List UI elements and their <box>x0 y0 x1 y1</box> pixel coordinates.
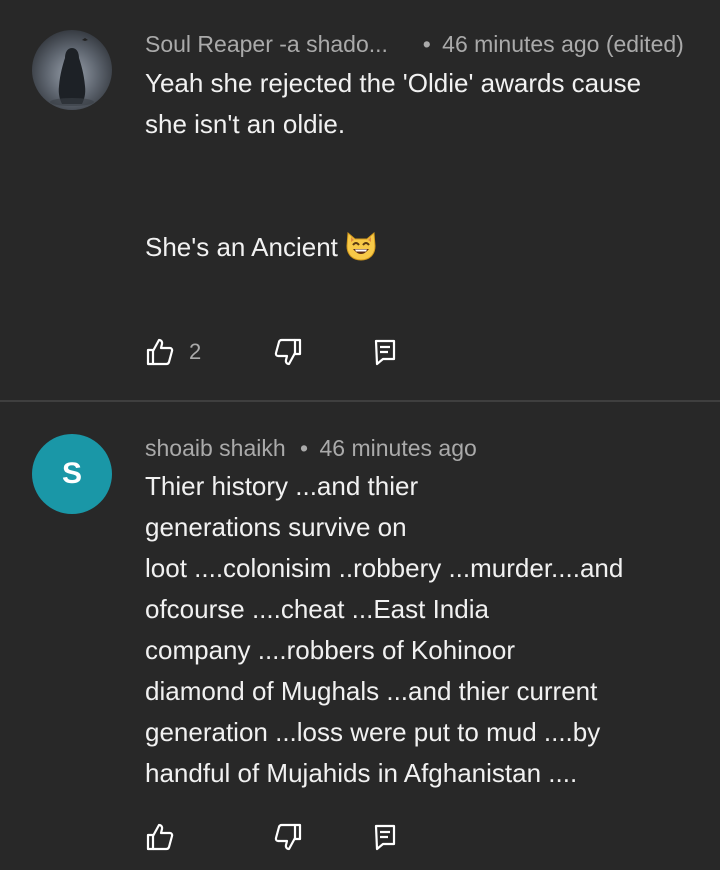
reply-icon <box>374 339 396 366</box>
grinning-cat-emoji-icon <box>344 229 378 273</box>
meta-separator: • <box>300 435 309 461</box>
avatar[interactable]: S <box>32 434 112 514</box>
comment-meta: shoaib shaikh • 46 minutes ago <box>145 433 477 463</box>
dark-figure-avatar-icon <box>32 30 112 110</box>
dislike-button[interactable] <box>273 820 303 854</box>
reply-button[interactable] <box>373 335 397 369</box>
like-count: 2 <box>189 339 202 364</box>
meta-separator: • <box>422 31 431 57</box>
avatar-letter: S <box>61 457 82 490</box>
dislike-button[interactable] <box>273 335 303 369</box>
avatar[interactable] <box>32 30 112 110</box>
comment-item: S shoaib shaikh • 46 minutes ago Thier h… <box>0 402 720 870</box>
author-name[interactable]: Soul Reaper -a shado... <box>145 31 388 57</box>
thumb-up-icon <box>146 338 174 366</box>
comment-timestamp: 46 minutes ago (edited) <box>442 31 684 57</box>
reply-button[interactable] <box>373 820 397 854</box>
comment-actions: 2 <box>145 335 405 369</box>
comments-page: Soul Reaper -a shado... • 46 minutes ago… <box>0 0 720 870</box>
thumb-down-icon <box>274 338 302 366</box>
like-button[interactable] <box>145 820 175 854</box>
comment-text: Thier history ...and thier generations s… <box>145 471 624 788</box>
reply-icon <box>374 824 396 851</box>
comment-item: Soul Reaper -a shado... • 46 minutes ago… <box>0 0 720 400</box>
thumb-up-icon <box>146 823 174 851</box>
author-name[interactable]: shoaib shaikh <box>145 435 286 461</box>
like-button[interactable]: 2 <box>145 335 201 369</box>
comment-timestamp: 46 minutes ago <box>319 435 477 461</box>
comment-meta: Soul Reaper -a shado... • 46 minutes ago… <box>145 29 684 59</box>
comment-actions <box>145 820 405 854</box>
thumb-down-icon <box>274 823 302 851</box>
comment-text-block: Yeah she rejected the 'Oldie' awards cau… <box>145 63 690 273</box>
comment-text: Yeah she rejected the 'Oldie' awards cau… <box>145 68 642 262</box>
